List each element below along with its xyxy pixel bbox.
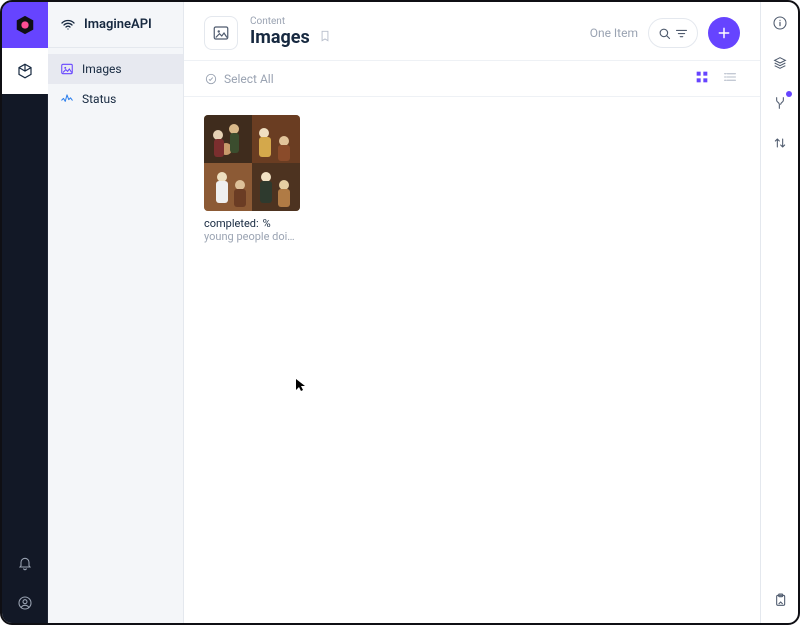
- nav-item-status[interactable]: Status: [48, 84, 183, 114]
- search-filter-pill[interactable]: [648, 18, 698, 48]
- module-content[interactable]: [2, 48, 48, 94]
- filter-icon: [674, 26, 689, 41]
- user-circle-icon: [17, 595, 33, 611]
- image-card[interactable]: completed: % young people doin…: [204, 115, 300, 243]
- view-grid-button[interactable]: [692, 67, 712, 90]
- app-name: ImagineAPI: [84, 17, 152, 32]
- search-icon: [657, 26, 672, 41]
- collection-icon: [204, 16, 238, 50]
- nav-item-label: Images: [82, 62, 122, 76]
- select-all-button[interactable]: Select All: [204, 72, 274, 86]
- module-rail: [2, 2, 48, 623]
- card-status: completed: %: [204, 217, 300, 230]
- add-item-button[interactable]: [708, 17, 740, 49]
- notifications-button[interactable]: [2, 543, 48, 583]
- clipboard-icon: [772, 592, 788, 608]
- wifi-icon: [60, 17, 76, 33]
- clipboard-button[interactable]: [769, 589, 791, 611]
- image-icon: [60, 62, 74, 76]
- card-caption: young people doin…: [204, 230, 300, 243]
- right-rail: [760, 2, 798, 623]
- box-icon: [16, 62, 34, 80]
- plus-icon: [716, 25, 732, 41]
- layers-icon: [772, 55, 788, 71]
- page-header: Content Images One Item: [184, 2, 760, 60]
- check-circle-icon: [204, 72, 218, 86]
- swap-vertical-icon: [772, 135, 788, 151]
- app-logo[interactable]: [2, 2, 48, 48]
- page-title: Images: [250, 27, 310, 49]
- cards-grid: completed: % young people doin…: [184, 97, 760, 623]
- info-icon: [772, 15, 788, 31]
- collection-nav: ImagineAPI Images Status: [48, 2, 184, 623]
- card-status-key: completed:: [204, 217, 259, 230]
- nav-item-images[interactable]: Images: [48, 54, 183, 84]
- activity-icon: [60, 92, 74, 106]
- card-status-value: %: [263, 217, 271, 230]
- sort-arrows-button[interactable]: [769, 132, 791, 154]
- select-all-label: Select All: [224, 72, 274, 86]
- hexagon-logo-icon: [14, 14, 36, 36]
- flows-button[interactable]: [769, 92, 791, 114]
- layers-button[interactable]: [769, 52, 791, 74]
- thumbnail-art: [204, 115, 300, 211]
- nav-header: ImagineAPI: [48, 2, 183, 48]
- bell-icon: [17, 555, 33, 571]
- notification-dot-icon: [786, 91, 792, 97]
- list-icon: [722, 69, 738, 85]
- grid-icon: [694, 69, 710, 85]
- card-thumbnail: [204, 115, 300, 211]
- account-button[interactable]: [2, 583, 48, 623]
- bookmark-icon: [318, 29, 332, 43]
- list-toolbar: Select All: [184, 60, 760, 97]
- bookmark-button[interactable]: [318, 27, 332, 49]
- nav-item-label: Status: [82, 92, 116, 106]
- main: Content Images One Item Select All: [184, 2, 760, 623]
- image-icon: [212, 24, 230, 42]
- view-list-button[interactable]: [720, 67, 740, 90]
- nav-list: Images Status: [48, 48, 183, 114]
- breadcrumb: Content: [250, 17, 332, 27]
- flows-icon: [772, 95, 788, 111]
- info-button[interactable]: [769, 12, 791, 34]
- item-count: One Item: [590, 26, 638, 40]
